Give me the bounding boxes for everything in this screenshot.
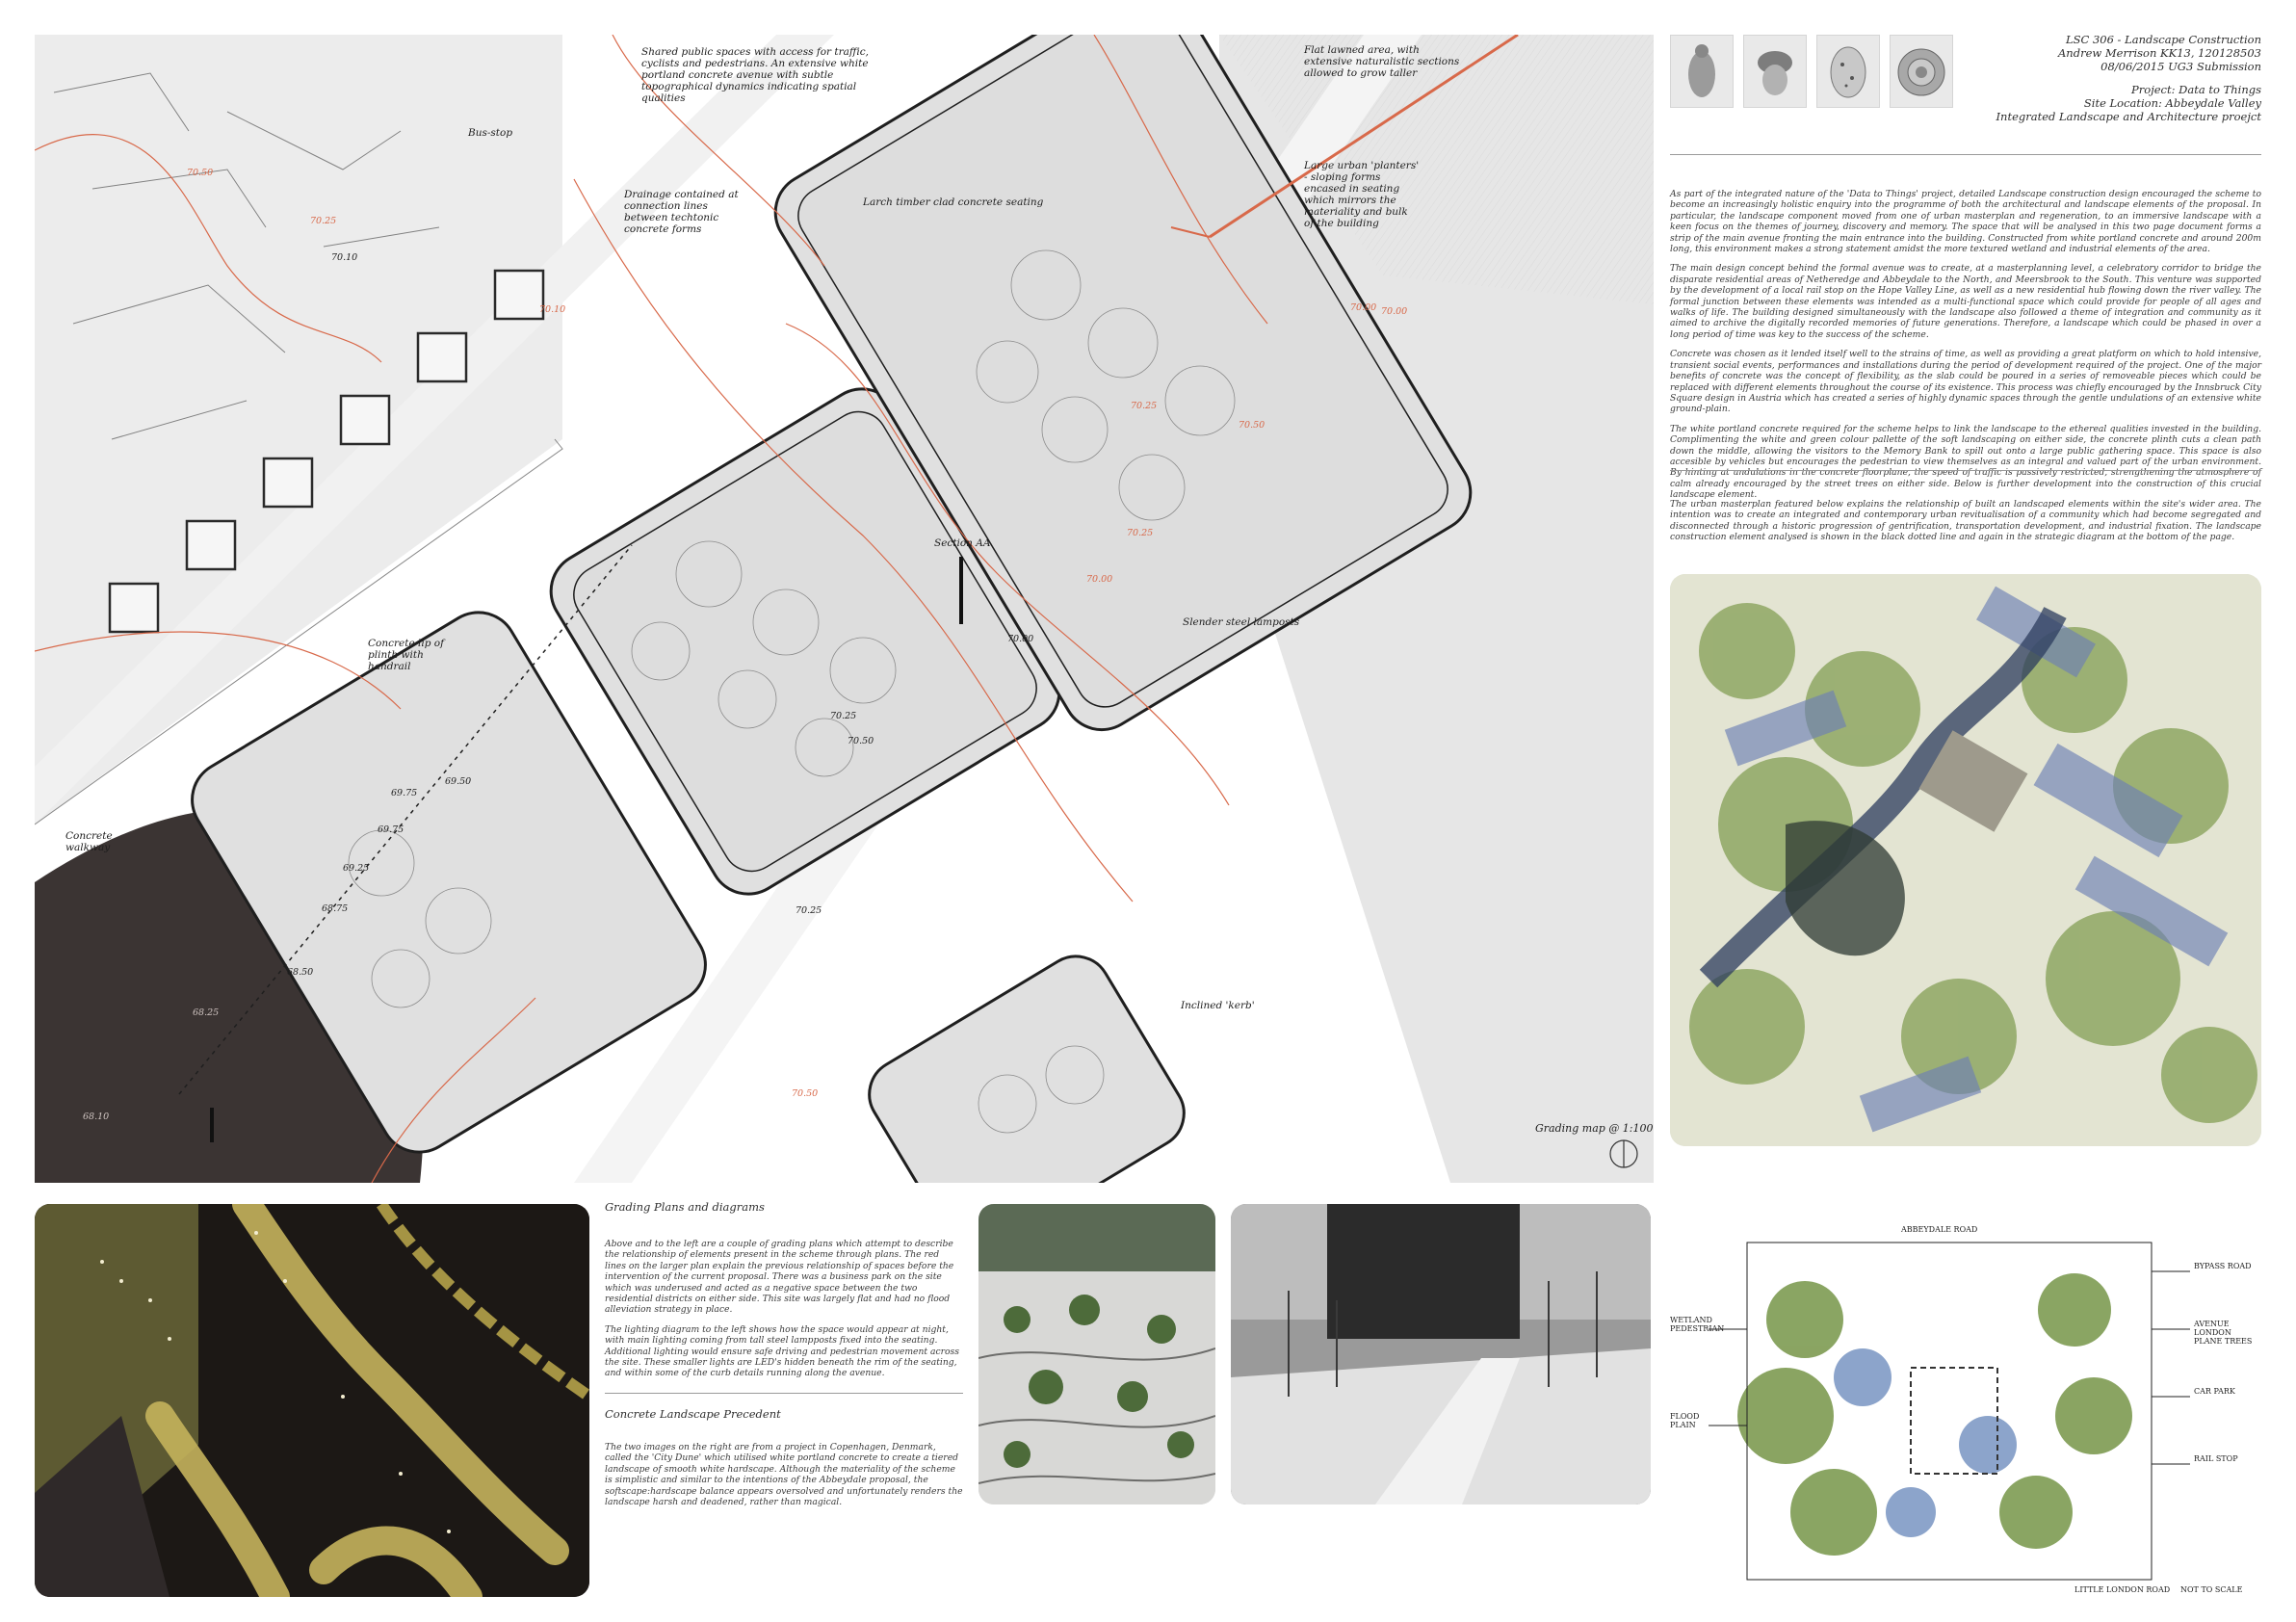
masterplan-drawing — [1670, 574, 2261, 1146]
sketch-label-abbeydale: ABBEYDALE ROAD — [1901, 1225, 1978, 1234]
spot-level: 70.00 — [1350, 302, 1377, 313]
header-subtitle: Integrated Landscape and Architecture pr… — [1996, 110, 2262, 123]
sketch-label-littlelondon: LITTLE LONDON ROAD — [2074, 1585, 2171, 1594]
masterplan-text: The urban masterplan featured below expl… — [1670, 499, 2261, 543]
spot-level: 68.25 — [193, 1007, 220, 1018]
header-author: Andrew Merrison KK13, 120128503 — [2058, 46, 2261, 60]
intro-paragraph: The white portland concrete required for… — [1670, 423, 2261, 501]
ann-planters: Large urban 'planters' - sloping forms e… — [1304, 160, 1420, 229]
grading-plan: Shared public spaces with access for tra… — [35, 35, 1654, 1183]
sketch-label-carpark: CAR PARK — [2194, 1387, 2235, 1396]
header-site: Site Location: Abbeydale Valley — [2083, 96, 2261, 110]
grading-paragraph: The lighting diagram to the left shows h… — [605, 1323, 959, 1379]
ann-flat-lawn: Flat lawned area, with extensive natural… — [1304, 44, 1460, 79]
city-dune-photo — [978, 1204, 1215, 1504]
spot-level: 70.50 — [187, 168, 214, 178]
ann-bus-stop: Bus-stop — [468, 127, 513, 139]
intro-paragraph: Concrete was chosen as it lended itself … — [1670, 349, 2261, 415]
header-course: LSC 306 - Landscape Construction — [2065, 33, 2261, 46]
masterplan-aerial — [1670, 574, 2261, 1146]
lighting-diagram — [35, 1204, 589, 1597]
spot-level: 70.25 — [830, 711, 857, 721]
strategic-sketch: WETLAND PEDESTRIAN FLOOD PLAIN BYPASS RO… — [1670, 1204, 2261, 1597]
divider — [1670, 154, 2261, 155]
spot-level: 70.25 — [796, 905, 822, 916]
spot-level: 70.00 — [1086, 574, 1113, 585]
intro-paragraph: As part of the integrated nature of the … — [1670, 189, 2261, 255]
sketch-label-wetland: WETLAND PEDESTRIAN — [1670, 1316, 1725, 1333]
spot-level: 69.75 — [391, 788, 418, 798]
spot-level: 70.10 — [331, 252, 358, 263]
acorn-sketch — [1743, 35, 1807, 108]
spot-level: 68.50 — [287, 967, 314, 978]
spot-level: 70.25 — [1127, 528, 1154, 538]
ann-shared-space: Shared public spaces with access for tra… — [641, 46, 869, 104]
spot-level: 70.00 — [1007, 634, 1034, 644]
grading-text: Grading Plans and diagrams Above and to … — [605, 1200, 963, 1516]
divider — [1670, 470, 2261, 471]
header-project: Project: Data to Things — [2131, 83, 2261, 96]
spot-level: 70.50 — [792, 1088, 819, 1099]
sketch-label-bypass: BYPASS ROAD — [2194, 1262, 2252, 1270]
ann-drainage: Drainage contained at connection lines b… — [624, 189, 739, 235]
concrete-plaza-photo — [1231, 1204, 1651, 1504]
spot-level: 70.25 — [1131, 401, 1158, 411]
sketch-label-not-to-scale: NOT TO SCALE — [2180, 1585, 2243, 1594]
divider — [605, 1392, 963, 1394]
strategic-sketch-drawing — [1709, 1242, 2190, 1581]
ann-lampposts: Slender steel lamposts — [1183, 616, 1300, 628]
header-date: 08/06/2015 UG3 Submission — [2100, 60, 2261, 73]
spot-level: 68.75 — [322, 903, 349, 914]
lighting-drawing — [35, 1204, 589, 1597]
speckled-egg-sketch — [1816, 35, 1880, 108]
ann-section: Section AA — [934, 537, 991, 549]
grading-heading: Grading Plans and diagrams — [605, 1200, 765, 1214]
sketch-label-rail: RAIL STOP — [2194, 1454, 2238, 1463]
precedent-photo-city-dune — [978, 1204, 1215, 1504]
header-block: LSC 306 - Landscape Construction Andrew … — [1944, 33, 2262, 123]
spot-level: 70.50 — [848, 736, 874, 746]
intro-text: As part of the integrated nature of the … — [1670, 189, 2261, 510]
sketch-label-avenue: AVENUE LONDON PLANE TREES — [2194, 1320, 2253, 1346]
ann-plinth: Concrete lip of plinth with handrail — [368, 638, 444, 672]
precedent-photo-concrete — [1231, 1204, 1651, 1504]
grading-paragraph: Above and to the left are a couple of gr… — [605, 1239, 954, 1316]
spot-level: 69.25 — [343, 863, 370, 874]
seated-figure-sketch — [1670, 35, 1734, 108]
thumbnail-row — [1670, 35, 1959, 121]
spot-level: 68.10 — [83, 1112, 110, 1122]
precedent-paragraph: The two images on the right are from a p… — [605, 1441, 963, 1507]
spot-level: 69.75 — [378, 824, 404, 835]
ann-walkway: Concrete walkway — [65, 830, 113, 853]
spot-level: 70.50 — [1239, 420, 1265, 431]
ann-scale: Grading map @ 1:100 — [1535, 1122, 1654, 1135]
intro-paragraph: The main design concept behind the forma… — [1670, 263, 2261, 340]
spot-level: 70.10 — [539, 304, 566, 315]
ann-larch: Larch timber clad concrete seating — [863, 196, 1044, 208]
spot-level: 70.00 — [1381, 306, 1408, 317]
ann-kerb: Inclined 'kerb' — [1181, 1000, 1255, 1011]
spot-level: 69.50 — [445, 776, 472, 787]
sketch-label-flood: FLOOD PLAIN — [1670, 1412, 1700, 1429]
precedent-heading: Concrete Landscape Precedent — [605, 1406, 781, 1421]
spot-level: 70.25 — [310, 216, 337, 226]
